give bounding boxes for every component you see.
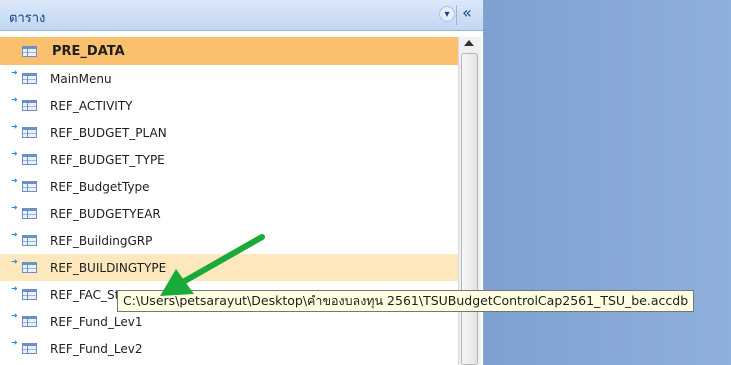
navigation-pane-header: ตาราง ▾ «: [0, 0, 483, 31]
linked-table-arrow-icon: ➜: [11, 95, 18, 104]
linked-table-arrow-icon: ➜: [11, 284, 18, 293]
linked-table-arrow-icon: ➜: [11, 149, 18, 158]
table-item-label: REF_BudgetType: [50, 179, 150, 194]
table-icon: [22, 289, 37, 300]
file-path-tooltip: C:\Users\petsarayut\Desktop\คำของบลงทุน …: [117, 290, 695, 312]
table-item-label: MainMenu: [50, 71, 112, 86]
table-icon: [22, 154, 37, 165]
table-item-label: REF_ACTIVITY: [50, 98, 133, 113]
table-icon: [22, 181, 37, 192]
linked-table-arrow-icon: ➜: [11, 203, 18, 212]
table-item-ref-fund-lev1[interactable]: ➜ REF_Fund_Lev1: [0, 308, 458, 335]
table-item-label: REF_BUDGET_TYPE: [50, 152, 165, 167]
scroll-up-arrow-icon[interactable]: [464, 40, 474, 46]
table-item-label: REF_Fund_Lev1: [50, 314, 143, 329]
collapse-pane-button[interactable]: «: [459, 5, 475, 21]
linked-table-arrow-icon: ➜: [11, 338, 18, 347]
table-item-label: REF_BUDGETYEAR: [50, 206, 161, 221]
table-icon: [22, 262, 37, 273]
table-item-label: REF_Fund_Lev2: [50, 341, 143, 356]
table-icon: [22, 316, 37, 327]
table-icon: [22, 235, 37, 246]
vertical-scrollbar[interactable]: [458, 37, 481, 365]
table-icon: [22, 100, 37, 111]
table-item-label: REF_FAC_St: [50, 287, 120, 302]
table-item-ref-buildingtype[interactable]: ➜ REF_BUILDINGTYPE: [0, 254, 458, 281]
chevron-down-icon[interactable]: ▾: [439, 6, 455, 22]
linked-table-arrow-icon: ➜: [11, 176, 18, 185]
linked-table-arrow-icon: ➜: [11, 311, 18, 320]
table-item-ref-buildinggrp[interactable]: ➜ REF_BuildingGRP: [0, 227, 458, 254]
table-icon: [22, 343, 37, 354]
table-item-pre-data[interactable]: PRE_DATA: [0, 37, 458, 65]
table-item-ref-budgettype[interactable]: ➜ REF_BudgetType: [0, 173, 458, 200]
table-item-label: REF_BUILDINGTYPE: [50, 260, 167, 275]
table-icon: [22, 45, 37, 57]
scrollbar-thumb[interactable]: [461, 53, 478, 365]
linked-table-arrow-icon: ➜: [11, 230, 18, 239]
table-icon: [22, 73, 37, 84]
table-item-ref-fund-lev2[interactable]: ➜ REF_Fund_Lev2: [0, 335, 458, 362]
header-divider: [456, 5, 457, 25]
table-item-label: REF_BuildingGRP: [50, 233, 153, 248]
table-item-ref-budgetyear[interactable]: ➜ REF_BUDGETYEAR: [0, 200, 458, 227]
linked-table-arrow-icon: ➜: [11, 68, 18, 77]
table-icon: [22, 208, 37, 219]
table-item-ref-budget-plan[interactable]: ➜ REF_BUDGET_PLAN: [0, 119, 458, 146]
table-list: PRE_DATA ➜ MainMenu ➜ REF_ACTIVITY ➜ REF…: [0, 37, 458, 362]
table-icon: [22, 127, 37, 138]
table-item-label: PRE_DATA: [52, 43, 125, 59]
table-item-mainmenu[interactable]: ➜ MainMenu: [0, 65, 458, 92]
table-item-label: REF_BUDGET_PLAN: [50, 125, 167, 140]
pane-title: ตาราง: [9, 11, 46, 26]
linked-table-arrow-icon: ➜: [11, 122, 18, 131]
linked-table-arrow-icon: ➜: [11, 257, 18, 266]
table-item-ref-activity[interactable]: ➜ REF_ACTIVITY: [0, 92, 458, 119]
table-item-ref-budget-type[interactable]: ➜ REF_BUDGET_TYPE: [0, 146, 458, 173]
